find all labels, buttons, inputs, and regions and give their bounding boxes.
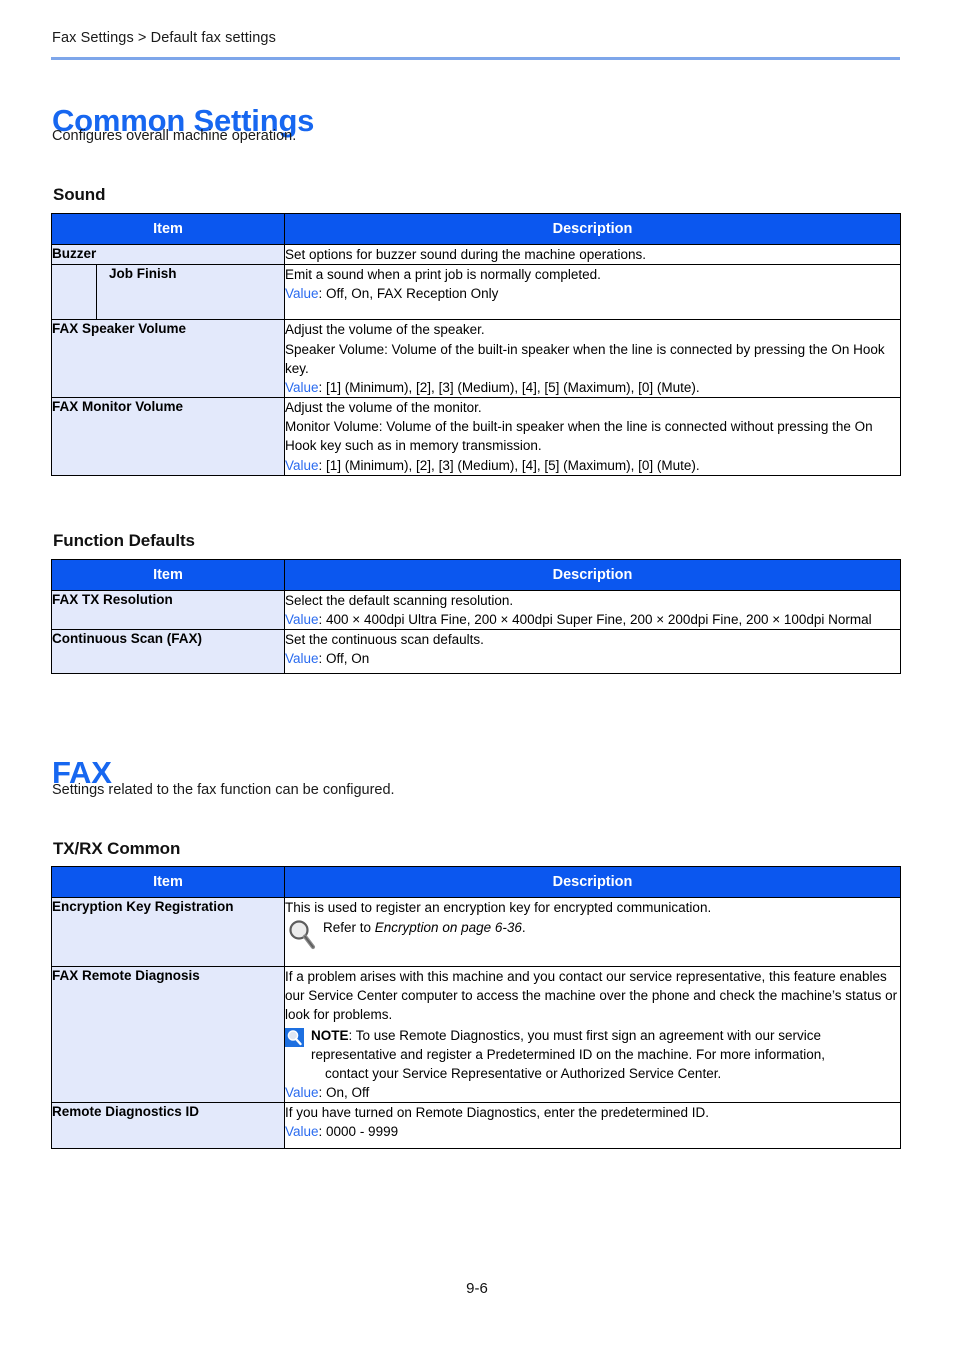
intro-fax: Settings related to the fax function can… [52, 782, 395, 798]
desc-line: Select the default scanning resolution. [285, 593, 514, 608]
desc-line: This is used to register an encryption k… [285, 900, 712, 915]
table-row: Remote Diagnostics ID If you have turned… [51, 1102, 901, 1149]
desc-value-line: Value: On, Off [285, 1083, 900, 1102]
value-label: Value [285, 612, 319, 628]
refer-to-block: Refer to Encryption on page 6-36. [285, 918, 900, 952]
table-header-row: Item Description [50, 213, 902, 245]
row-desc-fax-remote-diagnosis: If a problem arises with this machine an… [284, 966, 901, 1104]
value-text: : [1] (Minimum), [2], [3] (Medium), [4],… [318, 457, 700, 473]
value-text: : 400 × 400dpi Ultra Fine, 200 × 400dpi … [318, 612, 872, 628]
refer-suffix: . [521, 920, 526, 936]
row-item-fax-monitor-volume: FAX Monitor Volume [50, 397, 286, 476]
desc-value-line: Value: 0000 - 9999 [285, 1122, 900, 1141]
table-row: Buzzer Set options for buzzer sound duri… [50, 243, 902, 266]
page-number: 9-6 [466, 1280, 488, 1297]
desc-line: Set the continuous scan defaults. [285, 632, 484, 648]
header-rule [51, 57, 900, 60]
column-header-item: Item [51, 866, 285, 898]
table-txrx-common: Item Description Encryption Key Registra… [51, 866, 901, 1149]
refer-target: Encryption on page 6-36 [374, 920, 522, 936]
table-row: FAX Speaker Volume Adjust the volume of … [50, 319, 902, 399]
value-label: Value [285, 457, 319, 473]
column-header-item: Item [50, 213, 286, 245]
desc-spacer [285, 952, 900, 966]
row-item-fax-speaker-volume: FAX Speaker Volume [50, 319, 286, 399]
note-text: : To use Remote Diagnostics, you must fi… [311, 1027, 826, 1062]
table-row: FAX Remote Diagnosis If a problem arises… [51, 966, 901, 1104]
table-row: Continuous Scan (FAX) Set the continuous… [51, 629, 901, 674]
desc-line: If you have turned on Remote Diagnostics… [285, 1105, 709, 1121]
column-header-description: Description [284, 213, 902, 245]
table-header-row: Item Description [51, 559, 901, 591]
note-block: NOTE: To use Remote Diagnostics, you mus… [285, 1026, 900, 1083]
section-heading-function-defaults: Function Defaults [53, 531, 195, 551]
table-header-row: Item Description [51, 866, 901, 898]
row-item-job-finish: Job Finish [95, 264, 286, 321]
desc-line: Monitor Volume: Volume of the built-in s… [285, 419, 873, 454]
row-desc-fax-monitor-volume: Adjust the volume of the monitor. Monito… [284, 397, 902, 476]
document-page: Fax Settings > Default fax settings Comm… [0, 0, 954, 1350]
row-desc-remote-diagnostics-id: If you have turned on Remote Diagnostics… [284, 1102, 901, 1149]
desc-spacer [285, 303, 900, 319]
row-item-continuous-scan-fax: Continuous Scan (FAX) [51, 629, 285, 674]
note-text-continued: contact your Service Representative or A… [325, 1065, 722, 1081]
row-item-encryption-key-registration: Encryption Key Registration [51, 896, 285, 968]
row-desc-fax-tx-resolution: Select the default scanning resolution. … [284, 589, 901, 631]
desc-spacer [285, 1142, 900, 1148]
value-text: : 0000 - 9999 [318, 1124, 399, 1140]
breadcrumb: Fax Settings > Default fax settings [52, 30, 276, 46]
row-desc-encryption-key-registration: This is used to register an encryption k… [284, 896, 901, 968]
section-heading-sound: Sound [53, 185, 106, 205]
desc-line: Adjust the volume of the speaker. [285, 322, 485, 338]
table-row: FAX Monitor Volume Adjust the volume of … [50, 397, 902, 476]
table-sound: Item Description Buzzer Set options for … [50, 213, 902, 476]
row-item-remote-diagnostics-id: Remote Diagnostics ID [51, 1102, 285, 1149]
value-text: : Off, On [318, 651, 370, 667]
value-label: Value [285, 651, 319, 667]
table-function-defaults: Item Description FAX TX Resolution Selec… [51, 559, 901, 674]
column-header-description: Description [284, 866, 901, 898]
table-row: Encryption Key Registration This is used… [51, 896, 901, 968]
desc-spacer [285, 669, 900, 673]
desc-line: Emit a sound when a print job is normall… [285, 267, 601, 283]
value-text: : Off, On, FAX Reception Only [318, 286, 499, 302]
desc-line: If a problem arises with this machine an… [285, 969, 898, 1023]
row-desc-buzzer: Set options for buzzer sound during the … [284, 243, 902, 266]
value-label: Value [285, 1085, 319, 1101]
column-header-item: Item [51, 559, 285, 591]
row-item-spacer [51, 264, 97, 321]
table-row: FAX TX Resolution Select the default sca… [51, 589, 901, 631]
desc-value-line: Value: [1] (Minimum), [2], [3] (Medium),… [285, 378, 900, 397]
refer-prefix: Refer to [323, 920, 375, 936]
row-desc-job-finish: Emit a sound when a print job is normall… [284, 264, 902, 321]
magnifier-icon [288, 919, 318, 951]
row-desc-fax-speaker-volume: Adjust the volume of the speaker. Speake… [284, 319, 902, 399]
value-label: Value [285, 379, 319, 395]
row-item-fax-tx-resolution: FAX TX Resolution [51, 589, 285, 631]
desc-value-line: Value: 400 × 400dpi Ultra Fine, 200 × 40… [285, 610, 900, 629]
desc-value-line: Value: [1] (Minimum), [2], [3] (Medium),… [285, 456, 900, 475]
note-label: NOTE [311, 1027, 349, 1043]
desc-line: Speaker Volume: Volume of the built-in s… [285, 341, 885, 376]
desc-line: Set options for buzzer sound during the … [285, 247, 646, 262]
note-magnifier-icon [285, 1027, 304, 1047]
intro-common-settings: Configures overall machine operation. [52, 128, 297, 144]
row-item-buzzer: Buzzer [50, 243, 286, 266]
value-label: Value [285, 286, 319, 302]
column-header-description: Description [284, 559, 901, 591]
desc-line: Adjust the volume of the monitor. [285, 400, 482, 416]
value-text: : [1] (Minimum), [2], [3] (Medium), [4],… [318, 379, 700, 395]
row-desc-continuous-scan-fax: Set the continuous scan defaults. Value:… [284, 629, 901, 674]
row-item-fax-remote-diagnosis: FAX Remote Diagnosis [51, 966, 285, 1104]
value-label: Value [285, 1124, 319, 1140]
table-row: Job Finish Emit a sound when a print job… [51, 264, 902, 321]
desc-value-line: Value: Off, On [285, 649, 900, 668]
section-heading-txrx-common: TX/RX Common [53, 839, 181, 859]
desc-value-line: Value: Off, On, FAX Reception Only [285, 284, 900, 303]
value-text: : On, Off [318, 1085, 370, 1101]
